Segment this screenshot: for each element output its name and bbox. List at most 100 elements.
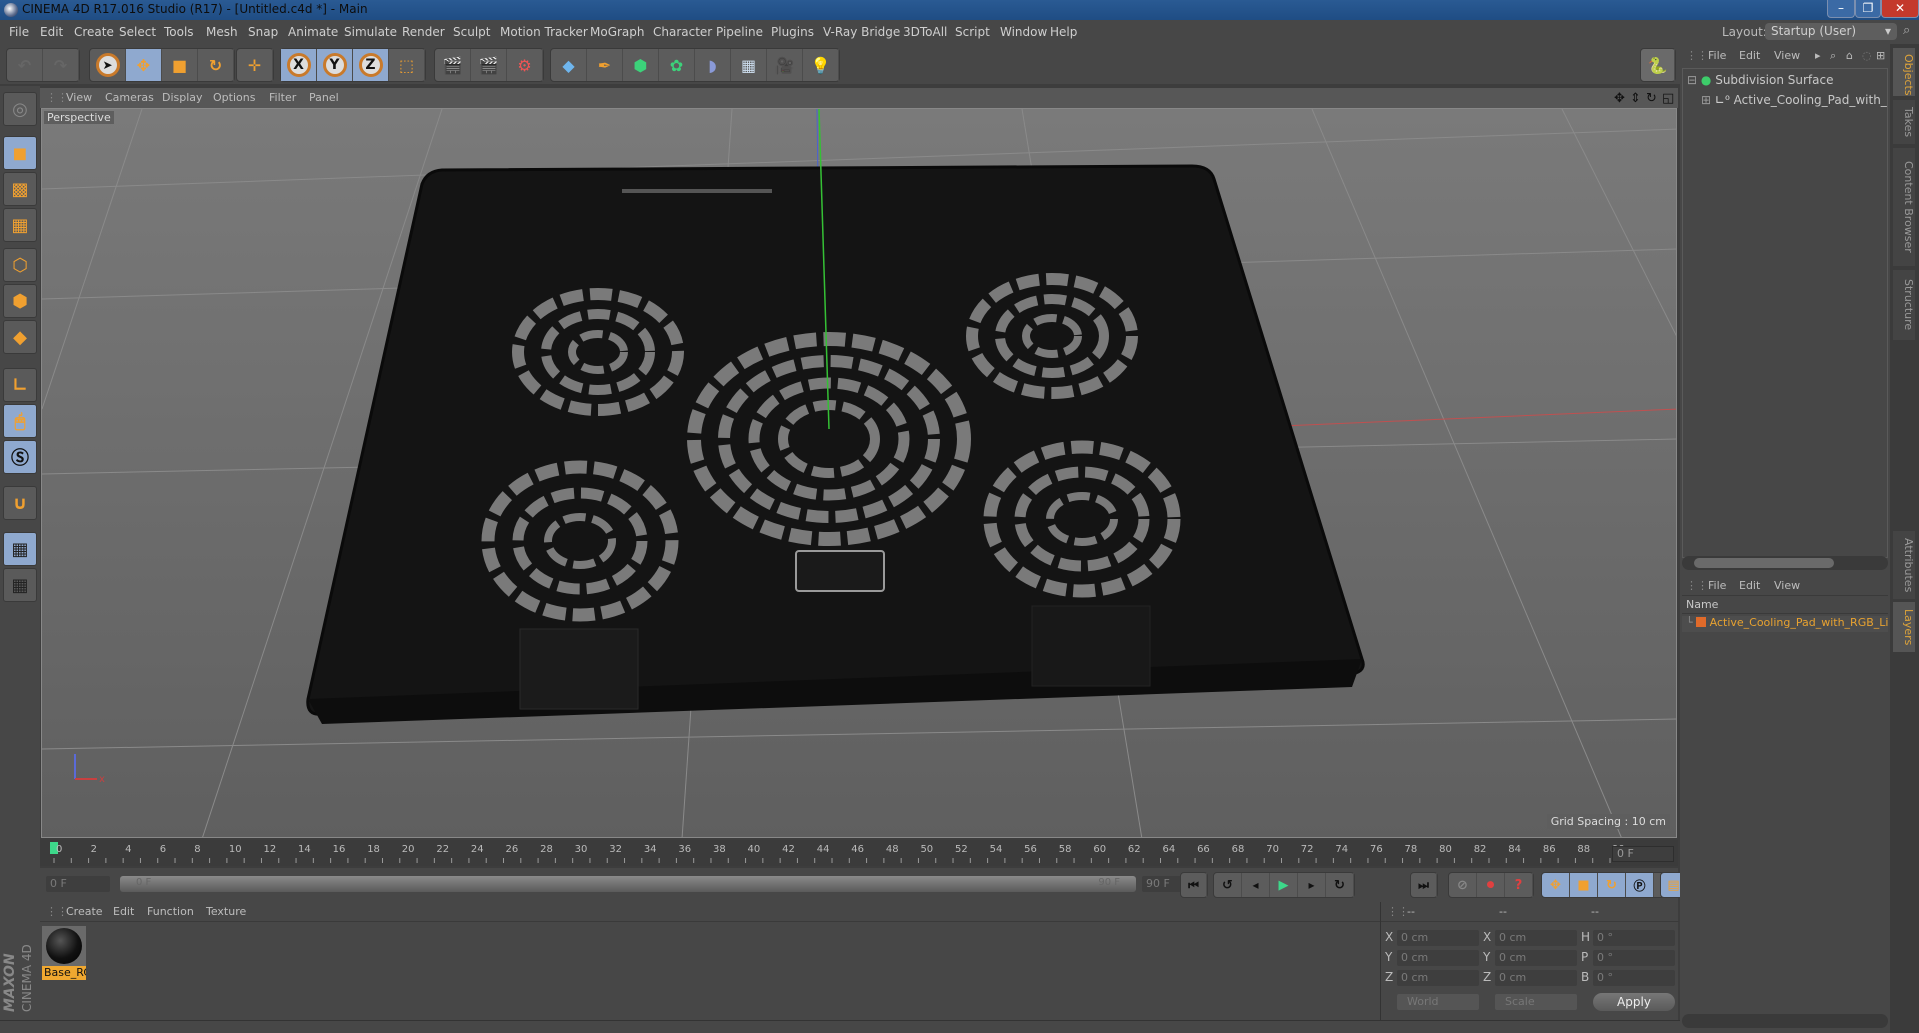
render-view-icon[interactable]: 🎬 — [435, 49, 471, 81]
tab-objects[interactable]: Objects — [1893, 48, 1915, 96]
menu-motion-tracker[interactable]: Motion Tracker — [500, 25, 588, 39]
minimize-button[interactable]: – — [1827, 0, 1855, 18]
points-mode-icon[interactable]: ⬡ — [3, 248, 37, 282]
layer-menu-file[interactable]: File — [1708, 579, 1726, 592]
key-rotation-icon[interactable]: ↻ — [1598, 873, 1626, 897]
viewport-menu-options[interactable]: Options — [213, 91, 255, 104]
edges-mode-icon[interactable]: ⬢ — [3, 284, 37, 318]
timeline-ruler[interactable]: 0 2 4 6 8 10 12 14 16 18 20 22 24 26 28 30 32 34 36 38 40 42 4… — [40, 840, 1678, 866]
object-row-subdivision[interactable]: ⊟ ● Subdivision Surface — [1687, 73, 1834, 87]
menu-render[interactable]: Render — [402, 25, 445, 39]
next-frame-icon[interactable]: ▸ — [1298, 873, 1326, 897]
rotate-icon[interactable]: ↻ — [198, 49, 234, 81]
tab-attributes[interactable]: Attributes — [1893, 531, 1915, 599]
keyframe-selection-icon[interactable]: ? — [1505, 873, 1533, 897]
search-icon[interactable]: ⌕ — [1830, 49, 1836, 63]
scrollbar-thumb[interactable] — [1694, 558, 1834, 568]
rotation-b-field[interactable]: 0 ° — [1593, 970, 1675, 986]
menu-sculpt[interactable]: Sculpt — [453, 25, 490, 39]
current-frame-field[interactable]: 0 F — [1612, 846, 1674, 862]
layer-row[interactable]: └ Active_Cooling_Pad_with_RGB_Lig — [1682, 616, 1888, 632]
scale-icon[interactable]: ■ — [162, 49, 198, 81]
object-menu-file[interactable]: File — [1708, 49, 1726, 62]
move-icon[interactable]: ✥ — [126, 49, 162, 81]
layer-menu-view[interactable]: View — [1774, 579, 1800, 592]
object-horizontal-scrollbar[interactable] — [1682, 556, 1888, 570]
redo-icon[interactable]: ↷ — [43, 49, 79, 81]
maximize-view-icon[interactable]: ◱ — [1662, 91, 1674, 106]
camera-label[interactable]: Perspective — [44, 111, 114, 124]
polygons-mode-icon[interactable]: ◆ — [3, 320, 37, 354]
tab-layers[interactable]: Layers — [1893, 602, 1915, 652]
next-key-icon[interactable]: ↻ — [1326, 873, 1354, 897]
new-view-icon[interactable]: ⊞ — [1876, 49, 1885, 62]
more-arrow-icon[interactable]: ▸ — [1815, 49, 1821, 62]
collapse-icon[interactable]: ⊟ — [1687, 73, 1697, 87]
restore-button[interactable]: ❐ — [1855, 0, 1881, 18]
menu-3dtoall[interactable]: 3DToAll — [903, 25, 947, 39]
menu-mesh[interactable]: Mesh — [206, 25, 238, 39]
object-menu-edit[interactable]: Edit — [1739, 49, 1760, 62]
tab-takes[interactable]: Takes — [1893, 100, 1915, 144]
menu-edit[interactable]: Edit — [40, 25, 63, 39]
y-axis-lock-button[interactable]: Y — [317, 49, 353, 81]
key-scale-icon[interactable]: ■ — [1570, 873, 1598, 897]
size-x-field[interactable]: 0 cm — [1495, 930, 1577, 946]
key-position-icon[interactable]: ✥ — [1542, 873, 1570, 897]
object-menu-view[interactable]: View — [1774, 49, 1800, 62]
material-menu-texture[interactable]: Texture — [206, 905, 246, 918]
panel-grip-icon[interactable]: ⋮⋮ — [1387, 905, 1409, 918]
menu-window[interactable]: Window — [1000, 25, 1047, 39]
menu-simulate[interactable]: Simulate — [344, 25, 397, 39]
deformer-icon[interactable]: ◗ — [695, 49, 731, 81]
layer-menu-edit[interactable]: Edit — [1739, 579, 1760, 592]
x-axis-lock-button[interactable]: X — [281, 49, 317, 81]
floor-icon[interactable]: ▦ — [731, 49, 767, 81]
coordinate-space-select[interactable]: World — [1397, 994, 1479, 1010]
go-to-start-icon[interactable]: ⏮ — [1181, 873, 1207, 897]
panel-grip-icon[interactable]: ⋮⋮ — [1686, 49, 1708, 62]
key-parameter-icon[interactable]: Ⓟ — [1626, 873, 1654, 897]
pan-icon[interactable]: ✥ — [1614, 91, 1625, 106]
planar-workplane-icon[interactable]: ▦ — [3, 568, 37, 602]
texture-mode-icon[interactable]: ▩ — [3, 172, 37, 206]
menu-vray-bridge[interactable]: V-Ray Bridge — [823, 25, 900, 39]
position-y-field[interactable]: 0 cm — [1397, 950, 1479, 966]
menu-create[interactable]: Create — [74, 25, 114, 39]
apply-button[interactable]: Apply — [1593, 993, 1675, 1011]
viewport-menu-view[interactable]: View — [66, 91, 92, 104]
start-frame-field[interactable]: 0 F — [46, 876, 110, 892]
python-button[interactable]: 🐍 — [1640, 48, 1676, 82]
render-picture-viewer-icon[interactable]: 🎬 — [471, 49, 507, 81]
size-z-field[interactable]: 0 cm — [1495, 970, 1577, 986]
eye-icon[interactable]: ◌ — [1862, 49, 1872, 62]
menu-snap[interactable]: Snap — [248, 25, 278, 39]
pen-spline-icon[interactable]: ✒ — [587, 49, 623, 81]
position-x-field[interactable]: 0 cm — [1397, 930, 1479, 946]
menu-character[interactable]: Character — [653, 25, 712, 39]
menu-script[interactable]: Script — [955, 25, 990, 39]
viewport-menu-panel[interactable]: Panel — [309, 91, 339, 104]
panel-grip-icon[interactable]: ⋮⋮ — [1686, 579, 1708, 592]
rotation-p-field[interactable]: 0 ° — [1593, 950, 1675, 966]
previous-key-icon[interactable]: ↺ — [1214, 873, 1242, 897]
orbit-icon[interactable]: ↻ — [1646, 91, 1657, 106]
render-settings-icon[interactable]: ⚙ — [507, 49, 543, 81]
light-icon[interactable]: 💡 — [803, 49, 839, 81]
expand-icon[interactable]: ⊞ — [1701, 93, 1711, 107]
object-row-cooling-pad[interactable]: ⊞ ∟⁰ Active_Cooling_Pad_with_RGB_Li — [1701, 93, 1887, 107]
tweak-mode-icon[interactable]: 🖱 — [3, 404, 37, 438]
autokey-icon[interactable]: ⏺ — [1477, 873, 1505, 897]
rotation-h-field[interactable]: 0 ° — [1593, 930, 1675, 946]
viewport-menu-filter[interactable]: Filter — [269, 91, 296, 104]
layer-horizontal-scrollbar[interactable] — [1682, 1014, 1888, 1028]
position-z-field[interactable]: 0 cm — [1397, 970, 1479, 986]
panel-grip-icon[interactable]: ⋮⋮ — [46, 905, 68, 918]
go-to-end-icon[interactable]: ⏭ — [1411, 873, 1437, 897]
workplane-icon[interactable]: ◎ — [3, 92, 37, 126]
menu-tools[interactable]: Tools — [164, 25, 194, 39]
home-icon[interactable]: ⌂ — [1846, 49, 1853, 62]
play-forward-icon[interactable]: ▶ — [1270, 873, 1298, 897]
menu-help[interactable]: Help — [1050, 25, 1077, 39]
z-axis-lock-button[interactable]: Z — [353, 49, 389, 81]
